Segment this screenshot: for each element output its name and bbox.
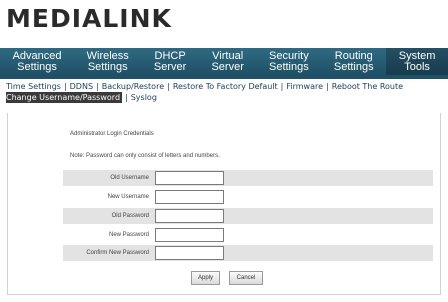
nav-underline-bar [0, 75, 448, 79]
nav-security-settings[interactable]: Security Settings [256, 48, 321, 75]
nav-label-line1: Routing [334, 49, 373, 62]
subnav-restore-factory-default[interactable]: Restore To Factory Default [173, 81, 278, 92]
subnav-ddns[interactable]: DDNS [70, 81, 93, 92]
subnav-separator: | [280, 82, 284, 91]
form-row-old-username: Old Username [63, 170, 433, 186]
nav-dhcp-server[interactable]: DHCP Server [141, 48, 199, 75]
main-nav: Advanced Settings Wireless Settings DHCP… [0, 48, 448, 75]
nav-virtual-server[interactable]: Virtual Server [199, 48, 257, 75]
subnav-separator: | [125, 93, 128, 102]
subnav-change-username-password[interactable]: Change Username/Password [6, 92, 123, 103]
subnav-separator: | [167, 82, 170, 91]
old-password-label: Old Password [111, 213, 149, 219]
nav-label-line1: Security [268, 49, 309, 62]
subnav-backup-restore[interactable]: Backup/Restore [102, 81, 164, 92]
new-username-input[interactable] [155, 190, 224, 204]
new-username-label: New Username [107, 194, 149, 200]
subnav-separator: | [96, 82, 99, 91]
nav-label-line2: Tools [404, 60, 430, 73]
nav-system-tools[interactable]: System Tools [386, 48, 448, 75]
nav-label-line2: Server [153, 60, 187, 73]
nav-label-line1: DHCP [154, 49, 186, 62]
nav-wireless-settings[interactable]: Wireless Settings [74, 48, 141, 75]
form-row-confirm-password: Confirm New Password [63, 245, 433, 261]
section-heading: Administrator Login Credentials [70, 131, 154, 137]
new-password-label: New Password [108, 232, 149, 238]
nav-label-line2: Server [211, 60, 244, 73]
nav-label-line2: Settings [17, 60, 57, 73]
nav-label-line1: Advanced [12, 49, 62, 62]
form-row-old-password: Old Password [63, 208, 433, 224]
form-row-new-username: New Username [63, 189, 433, 205]
subnav-reboot-router[interactable]: Reboot The Route [332, 81, 403, 92]
nav-label-line2: Settings [333, 60, 374, 73]
password-note: Note: Password can only consist of lette… [70, 153, 220, 159]
form-row-new-password: New Password [63, 227, 433, 243]
nav-routing-settings[interactable]: Routing Settings [321, 48, 386, 75]
nav-label-line2: Settings [87, 60, 128, 73]
old-username-label: Old Username [110, 175, 149, 181]
new-password-input[interactable] [155, 228, 224, 242]
subnav-syslog[interactable]: Syslog [131, 92, 157, 103]
old-username-input[interactable] [155, 171, 224, 185]
nav-label-line2: Settings [268, 60, 309, 73]
nav-advanced-settings[interactable]: Advanced Settings [0, 48, 74, 75]
cancel-button[interactable]: Cancel [229, 271, 263, 285]
medialink-logo: MEDIALINK [6, 4, 172, 33]
subnav-separator: | [326, 82, 329, 91]
confirm-password-input[interactable] [155, 246, 224, 260]
subnav-time-settings[interactable]: Time Settings [6, 81, 61, 92]
subnav-firmware[interactable]: Firmware [286, 81, 323, 92]
subnav-separator: | [63, 82, 67, 91]
old-password-input[interactable] [155, 209, 224, 223]
confirm-password-label: Confirm New Password [86, 250, 149, 256]
nav-label-line1: Virtual [212, 49, 244, 62]
nav-label-line1: System [398, 49, 436, 62]
apply-button[interactable]: Apply [191, 271, 220, 285]
sub-nav: Time Settings | DDNS | Backup/Restore | … [6, 81, 448, 103]
nav-label-line1: Wireless [86, 49, 129, 62]
